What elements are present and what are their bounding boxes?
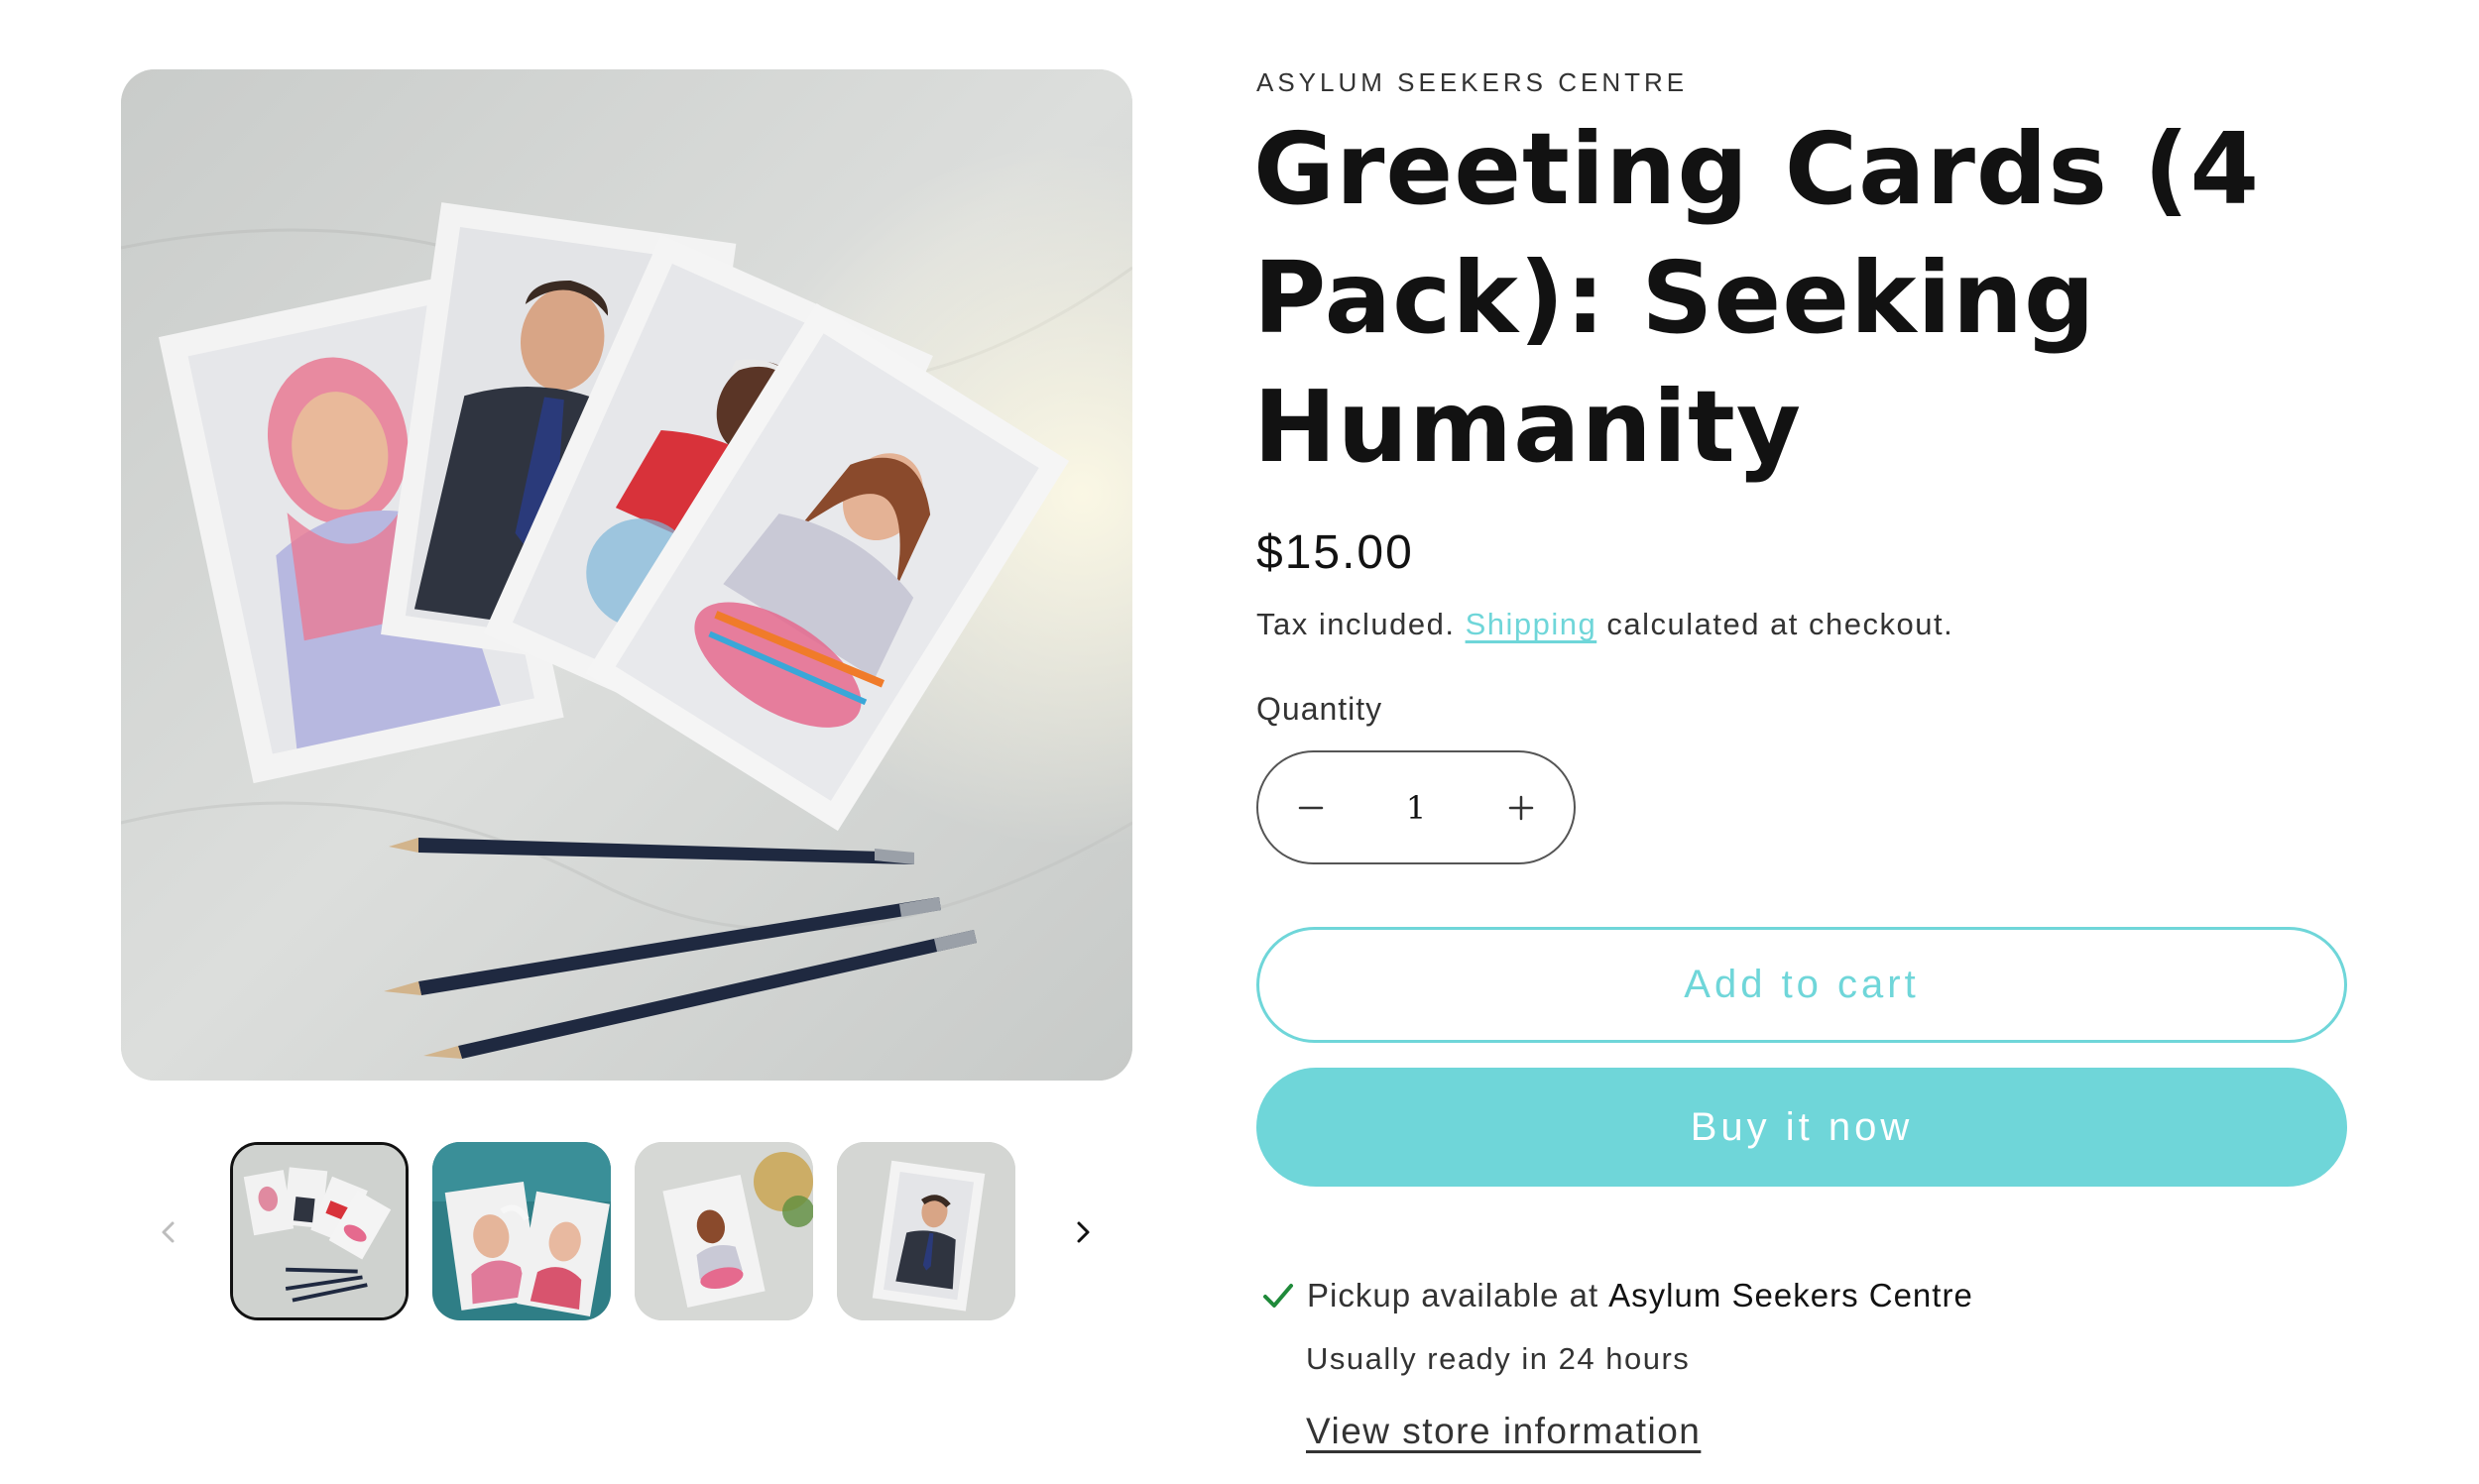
thumbnail-4[interactable] <box>837 1142 1015 1320</box>
thumbnail-image-1 <box>233 1145 406 1317</box>
pickup-availability: Pickup available at Asylum Seekers Centr… <box>1261 1277 1973 1314</box>
view-store-information-link[interactable]: View store information <box>1306 1411 1701 1452</box>
thumbnail-image-3 <box>635 1142 813 1320</box>
product-vendor: ASYLUM SEEKERS CENTRE <box>1256 67 1689 97</box>
product-title: Greeting Cards (4 Pack): Seeking Humanit… <box>1253 111 2261 485</box>
chevron-right-icon <box>1077 1221 1090 1243</box>
thumbnail-3[interactable] <box>635 1142 813 1320</box>
gallery-prev-button[interactable] <box>139 1202 198 1262</box>
product-price: $15.00 <box>1256 526 1414 579</box>
thumbnail-2[interactable] <box>432 1142 611 1320</box>
chevron-left-icon <box>162 1221 175 1243</box>
tax-note-suffix: calculated at checkout. <box>1606 607 1954 641</box>
tax-note-prefix: Tax included. <box>1256 607 1456 641</box>
product-main-image[interactable] <box>121 69 1132 1081</box>
shipping-link[interactable]: Shipping <box>1466 607 1597 641</box>
thumbnail-image-2 <box>432 1142 611 1320</box>
minus-icon <box>1298 806 1324 809</box>
thumbnail-1[interactable] <box>230 1142 409 1320</box>
thumbnail-image-4 <box>837 1142 1015 1320</box>
thumbnail-list <box>230 1142 1015 1320</box>
add-to-cart-button[interactable]: Add to cart <box>1256 927 2347 1043</box>
checkmark-icon <box>1263 1284 1293 1308</box>
pickup-ready-time: Usually ready in 24 hours <box>1306 1341 1691 1376</box>
gallery-next-button[interactable] <box>1053 1202 1113 1262</box>
quantity-increase-button[interactable] <box>1469 752 1574 862</box>
plus-icon <box>1508 795 1534 820</box>
quantity-stepper <box>1256 750 1576 864</box>
pickup-store-name: Asylum Seekers Centre <box>1608 1277 1973 1313</box>
pickup-prefix: Pickup available at <box>1307 1277 1599 1313</box>
quantity-label: Quantity <box>1256 691 1383 727</box>
tax-note: Tax included. Shipping calculated at che… <box>1256 607 1953 642</box>
buy-now-button[interactable]: Buy it now <box>1256 1068 2347 1187</box>
quantity-decrease-button[interactable] <box>1258 752 1363 862</box>
quantity-input[interactable] <box>1363 788 1469 827</box>
